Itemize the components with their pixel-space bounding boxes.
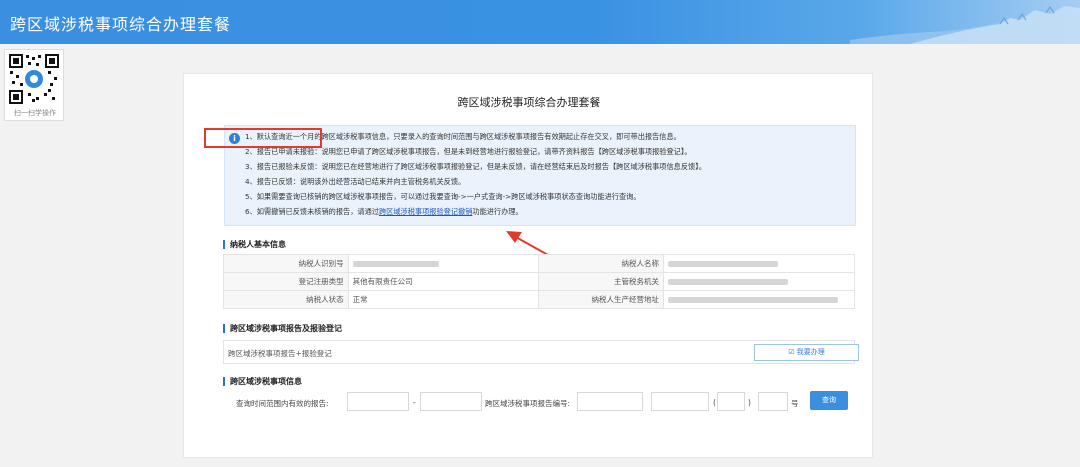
highlight-box xyxy=(204,128,322,148)
handle-button[interactable]: ☑ 我要办理 xyxy=(754,344,859,361)
start-date-input[interactable] xyxy=(347,392,409,411)
query-bar: 查询时间范围内有效的报告: - 跨区域涉税事项报告编号: ( ) 号 查询 xyxy=(223,391,863,413)
report-number-label: 跨区域涉税事项报告编号: xyxy=(485,399,571,408)
notice-line-last: 6、如需撤销已反馈未核销的报告，请通过跨区域涉税事项报验登记撤销功能进行办理。 xyxy=(245,207,523,217)
notice-last-prefix: 6、如需撤销已反馈未核销的报告，请通过 xyxy=(245,207,379,216)
report-number-input-3[interactable] xyxy=(717,392,745,411)
report-item-row: 跨区域涉税事项报告+报验登记 ☑ 我要办理 xyxy=(223,340,859,364)
app-title: 跨区域涉税事项综合办理套餐 xyxy=(10,15,232,34)
section-title-query: 跨区域涉税事项信息 xyxy=(223,377,302,386)
page-title: 跨区域涉税事项综合办理套餐 xyxy=(457,96,601,109)
section-title-taxpayer: 纳税人基本信息 xyxy=(223,240,286,249)
paren-open: ( xyxy=(713,398,716,407)
range-label: 查询时间范围内有效的报告: xyxy=(236,399,329,408)
query-button[interactable]: 查询 xyxy=(810,391,848,410)
table-row: 登记注册类型 其他有限责任公司 主管税务机关 xyxy=(223,272,855,291)
notice-line: 4、报告已反馈：说明该外出经营活动已结束并向主管税务机关反馈。 xyxy=(245,177,466,186)
table-row: 纳税人识别号 纳税人名称 xyxy=(223,254,855,273)
taxpayer-status-value: 正常 xyxy=(347,290,540,309)
redacted-value xyxy=(352,261,439,267)
redacted-value xyxy=(668,297,839,303)
notice-last-suffix: 功能进行办理。 xyxy=(472,207,523,216)
taxpayer-name-label: 纳税人名称 xyxy=(538,254,665,273)
taxpayer-name-value xyxy=(663,254,855,273)
report-number-input-4[interactable] xyxy=(758,392,788,411)
qr-caption: 扫一扫学操作 xyxy=(14,109,56,117)
tax-authority-value xyxy=(663,272,855,291)
registration-type-value: 其他有限责任公司 xyxy=(347,272,540,291)
qr-code-icon xyxy=(8,53,60,105)
range-dash: - xyxy=(413,398,416,407)
report-number-input-2[interactable] xyxy=(651,392,709,411)
taxpayer-id-value xyxy=(347,254,540,273)
report-item-label: 跨区域涉税事项报告+报验登记 xyxy=(228,349,332,358)
taxpayer-id-label: 纳税人识别号 xyxy=(223,254,349,273)
end-date-input[interactable] xyxy=(420,392,482,411)
section-title-report: 跨区域涉税事项报告及报验登记 xyxy=(223,324,342,333)
business-address-value xyxy=(663,290,855,309)
taxpayer-status-label: 纳税人状态 xyxy=(223,290,349,309)
business-address-label: 纳税人生产经营地址 xyxy=(538,290,665,309)
great-wall-illustration xyxy=(850,5,1080,44)
redacted-value xyxy=(668,261,779,267)
notice-line: 3、报告已报验未反馈：说明您已在经营地进行了跨区域涉税事项报验登记，但是未反馈，… xyxy=(245,162,706,171)
redacted-value xyxy=(668,279,789,285)
hao-label: 号 xyxy=(791,399,799,408)
paren-close: ) xyxy=(748,398,751,407)
report-number-input-1[interactable] xyxy=(577,392,643,411)
notice-line: 2、报告已申请未报验：说明您已申请了跨区域涉税事项报告，但是未到经营地进行报验登… xyxy=(245,147,692,156)
registration-type-label: 登记注册类型 xyxy=(223,272,349,291)
table-row: 纳税人状态 正常 纳税人生产经营地址 xyxy=(223,290,855,309)
revoke-registration-link[interactable]: 跨区域涉税事项报验登记撤销 xyxy=(379,207,472,216)
tax-authority-label: 主管税务机关 xyxy=(538,272,665,291)
app-header: 跨区域涉税事项综合办理套餐 xyxy=(0,0,1080,44)
taxpayer-info-table: 纳税人识别号 纳税人名称 登记注册类型 其他有限责任公司 主管税务机关 纳税人状… xyxy=(223,254,855,309)
qr-code-panel[interactable]: 扫一扫学操作 xyxy=(4,49,64,121)
notice-line: 5、如果需要查询已核销的跨区域涉税事项报告，可以通过我要查询->一户式查询->跨… xyxy=(245,192,641,201)
